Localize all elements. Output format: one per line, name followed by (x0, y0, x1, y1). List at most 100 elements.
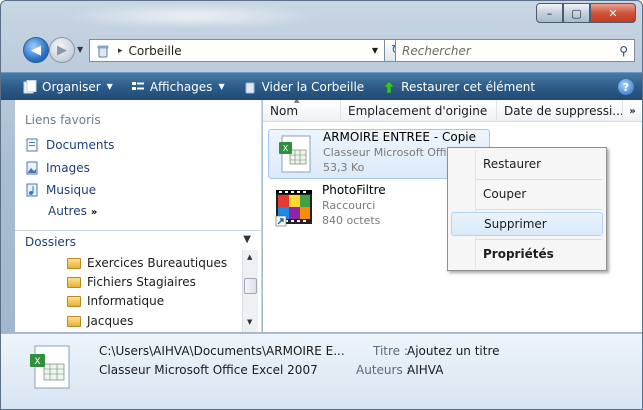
folder-label: Informatique (87, 294, 165, 308)
folder-label: Jacques (87, 314, 134, 328)
more-columns-button[interactable]: » (623, 100, 642, 122)
help-button[interactable]: ? (618, 79, 634, 95)
recycle-bin-icon (94, 44, 112, 58)
column-name[interactable]: ▲ Nom (263, 100, 341, 122)
double-chevron-icon: » (90, 207, 98, 218)
favorite-label: Musique (46, 183, 97, 197)
favorite-images[interactable]: Images (25, 161, 90, 175)
organize-label: Organiser (42, 79, 101, 94)
explorer-window: – ▢ ✕ ◀ ▶ ▼ ▸ Corbeille ▼ ↻ Rechercher ⚲… (0, 0, 643, 410)
recent-pages-dropdown[interactable]: ▼ (77, 45, 83, 54)
file-meta: PhotoFiltre Raccourci 840 octets (322, 183, 386, 233)
folders-header[interactable]: Dossiers ▼ (15, 230, 261, 252)
forward-button[interactable]: ▶ (49, 37, 75, 63)
menu-item-delete[interactable]: Supprimer (451, 212, 603, 236)
folder-item[interactable]: Exercices Bureautiques (67, 256, 227, 270)
views-icon (131, 80, 145, 94)
scroll-up-icon[interactable]: ▲ (247, 253, 252, 261)
favorite-label: Documents (46, 138, 115, 152)
music-icon (25, 183, 39, 197)
navigation-pane: Liens favoris Documents Images Musique A… (15, 100, 262, 332)
scrollbar-thumb[interactable] (244, 278, 257, 294)
window-controls: – ▢ ✕ (536, 3, 636, 23)
column-origin-label: Emplacement d'origine (348, 104, 488, 118)
empty-bin-icon (243, 80, 257, 94)
empty-bin-button[interactable]: Vider la Corbeille (235, 73, 373, 101)
folder-label: Exercices Bureautiques (87, 256, 228, 270)
more-label: Autres (48, 204, 87, 218)
chevron-down-icon: ▼ (106, 82, 113, 91)
folder-item[interactable]: Informatique (67, 294, 164, 308)
chevron-down-icon: ▼ (218, 82, 225, 91)
arrow-right-icon: ▶ (57, 42, 67, 58)
favorite-music[interactable]: Musique (25, 183, 96, 197)
favorites-header: Liens favoris (25, 113, 101, 127)
details-authors-value[interactable]: AIHVA (407, 363, 443, 377)
scroll-down-icon[interactable]: ▼ (247, 318, 252, 326)
favorite-documents[interactable]: Documents (25, 138, 114, 152)
folder-icon (67, 257, 81, 269)
search-box[interactable]: Rechercher ⚲ (395, 39, 635, 62)
folder-icon (67, 295, 81, 307)
organize-button[interactable]: Organiser ▼ (15, 73, 121, 101)
restore-arrow-icon (382, 80, 396, 94)
chevron-down-icon[interactable]: ▼ (372, 46, 378, 55)
restore-item-button[interactable]: Restaurer cet élément (374, 73, 543, 101)
address-bar[interactable]: ▸ Corbeille ▼ (89, 39, 385, 62)
maximize-button[interactable]: ▢ (563, 3, 590, 23)
minimize-button[interactable]: – (536, 3, 563, 23)
empty-bin-label: Vider la Corbeille (261, 79, 365, 94)
file-name: PhotoFiltre (322, 183, 386, 197)
folder-item[interactable]: Fichiers Stagiaires (67, 275, 196, 289)
details-pane: X C:\Users\AIHVA\Documents\ARMOIRE E... … (1, 333, 642, 409)
file-name: ARMOIRE ENTREE - Copie (323, 130, 477, 144)
folder-label: Fichiers Stagiaires (87, 275, 196, 289)
column-date-label: Date de suppressi... (504, 104, 623, 118)
excel-file-icon: X (27, 344, 73, 390)
sort-ascending-icon: ▲ (294, 100, 300, 104)
folder-item[interactable]: Jacques (67, 314, 133, 328)
menu-item-restore[interactable]: Restaurer (451, 152, 603, 176)
back-button[interactable]: ◀ (23, 37, 49, 63)
folder-icon (67, 276, 81, 288)
chevron-down-icon[interactable]: ▼ (243, 234, 251, 245)
file-type: Raccourci (322, 199, 376, 212)
close-button[interactable]: ✕ (590, 3, 636, 23)
menu-separator (476, 209, 602, 210)
details-title-value[interactable]: Ajoutez un titre (407, 344, 500, 358)
views-label: Affichages (149, 79, 213, 94)
views-button[interactable]: Affichages ▼ (123, 73, 233, 101)
title-bar[interactable]: – ▢ ✕ (1, 1, 642, 33)
column-origin[interactable]: Emplacement d'origine (341, 100, 497, 122)
menu-separator (476, 239, 602, 240)
excel-file-icon: X (271, 130, 319, 178)
arrow-left-icon: ◀ (31, 42, 41, 58)
menu-separator (476, 179, 602, 180)
breadcrumb-separator[interactable]: ▸ (118, 46, 123, 56)
column-date[interactable]: Date de suppressi... (497, 100, 623, 122)
favorite-label: Images (46, 161, 90, 175)
organize-icon (23, 79, 37, 94)
command-bar: Organiser ▼ Affichages ▼ Vider la Corbei… (1, 72, 642, 101)
more-links[interactable]: Autres» (48, 204, 97, 218)
search-icon[interactable]: ⚲ (619, 44, 628, 58)
details-path: C:\Users\AIHVA\Documents\ARMOIRE E... (99, 344, 345, 358)
column-name-label: Nom (270, 104, 299, 118)
details-title-label: Titre : (373, 344, 408, 358)
address-row: ◀ ▶ ▼ ▸ Corbeille ▼ ↻ Rechercher ⚲ (1, 35, 642, 67)
menu-item-cut[interactable]: Couper (451, 182, 603, 206)
folder-scrollbar[interactable]: ▲ ▼ (242, 250, 258, 332)
svg-text:X: X (34, 357, 40, 367)
svg-text:X: X (283, 144, 289, 153)
details-type: Classeur Microsoft Office Excel 2007 (99, 363, 318, 377)
folders-label: Dossiers (25, 234, 76, 249)
file-size: 840 octets (322, 214, 381, 227)
search-input[interactable]: Rechercher (402, 44, 471, 58)
details-authors-label: Auteurs : (356, 363, 411, 377)
context-menu: Restaurer Couper Supprimer Propriétés (447, 147, 607, 271)
breadcrumb-recycle-bin[interactable]: Corbeille (129, 44, 182, 58)
photofiltre-shortcut-icon (270, 183, 318, 231)
documents-icon (25, 138, 39, 152)
menu-item-properties[interactable]: Propriétés (451, 242, 603, 266)
title-glow (61, 3, 321, 29)
